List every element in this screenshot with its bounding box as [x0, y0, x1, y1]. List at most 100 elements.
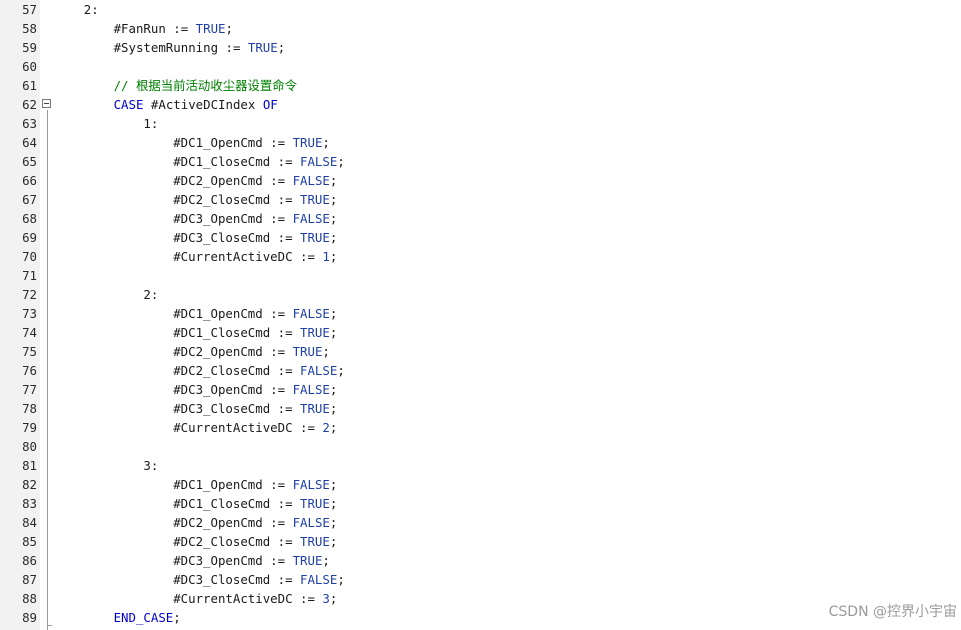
token-op: := — [270, 363, 301, 378]
line-number: 64 — [22, 135, 37, 150]
token-lit: FALSE — [292, 173, 330, 188]
code-text: 2: — [84, 0, 99, 19]
token-punct: ; — [322, 344, 330, 359]
code-line[interactable]: 59 #SystemRunning := TRUE; — [0, 38, 961, 57]
code-line[interactable]: 69 #DC3_CloseCmd := TRUE; — [0, 228, 961, 247]
token-var: #DC2_OpenCmd — [173, 344, 263, 359]
code-line[interactable]: 70 #CurrentActiveDC := 1; — [0, 247, 961, 266]
code-line[interactable]: 60 — [0, 57, 961, 76]
token-lit: FALSE — [292, 382, 330, 397]
line-number: 88 — [22, 591, 37, 606]
watermark: CSDN @控界小宇宙 — [828, 604, 957, 620]
code-line[interactable]: 82 #DC1_OpenCmd := FALSE; — [0, 475, 961, 494]
token-op: := — [270, 230, 301, 245]
code-line[interactable]: 77 #DC3_OpenCmd := FALSE; — [0, 380, 961, 399]
code-line[interactable]: 89 END_CASE; — [0, 608, 961, 627]
token-var: #DC3_CloseCmd — [173, 230, 271, 245]
code-line[interactable]: 67 #DC2_CloseCmd := TRUE; — [0, 190, 961, 209]
code-text: #DC1_CloseCmd := FALSE; — [173, 152, 345, 171]
code-line[interactable]: 74 #DC1_CloseCmd := TRUE; — [0, 323, 961, 342]
code-text: #CurrentActiveDC := 1; — [173, 247, 337, 266]
code-line[interactable]: 86 #DC3_OpenCmd := TRUE; — [0, 551, 961, 570]
code-line[interactable]: 62 CASE #ActiveDCIndex OF — [0, 95, 961, 114]
token-op: := — [262, 553, 293, 568]
line-number: 81 — [22, 458, 37, 473]
line-number: 66 — [22, 173, 37, 188]
code-line[interactable]: 58 #FanRun := TRUE; — [0, 19, 961, 38]
line-number: 60 — [22, 59, 37, 74]
token-punct: ; — [225, 21, 233, 36]
code-line[interactable]: 63 1: — [0, 114, 961, 133]
code-text: #DC3_OpenCmd := FALSE; — [173, 380, 337, 399]
line-number: 80 — [22, 439, 37, 454]
token-lit: TRUE — [292, 344, 323, 359]
code-text: #DC2_OpenCmd := TRUE; — [173, 342, 330, 361]
code-text: #FanRun := TRUE; — [114, 19, 233, 38]
token-punct: ; — [337, 154, 345, 169]
code-line[interactable]: 66 #DC2_OpenCmd := FALSE; — [0, 171, 961, 190]
line-number: 67 — [22, 192, 37, 207]
token-comment: // 根据当前活动收尘器设置命令 — [113, 78, 298, 93]
token-op: := — [262, 515, 293, 530]
token-op: := — [262, 477, 293, 492]
code-line[interactable]: 80 — [0, 437, 961, 456]
token-punct: ; — [329, 306, 338, 321]
code-line[interactable]: 85 #DC2_CloseCmd := TRUE; — [0, 532, 961, 551]
token-lit: FALSE — [292, 306, 330, 321]
token-var: #DC2_CloseCmd — [173, 363, 271, 378]
token-lit: TRUE — [300, 192, 330, 207]
code-text: #DC3_OpenCmd := FALSE; — [173, 209, 337, 228]
line-number: 71 — [22, 268, 37, 283]
token-var: #DC2_OpenCmd — [173, 515, 263, 530]
token-op: := — [270, 401, 301, 416]
token-punct: ; — [329, 192, 338, 207]
code-line[interactable]: 57 2: — [0, 0, 961, 19]
line-number: 78 — [22, 401, 37, 416]
code-editor[interactable]: 57 2: 58 #FanRun := TRUE; 59 #SystemRunning :… — [0, 0, 961, 630]
token-punct: ; — [277, 40, 286, 55]
code-line[interactable]: 79 #CurrentActiveDC := 2; — [0, 418, 961, 437]
code-line[interactable]: 65 #DC1_CloseCmd := FALSE; — [0, 152, 961, 171]
code-text: END_CASE; — [114, 608, 181, 627]
token-var: #DC1_OpenCmd — [173, 135, 263, 150]
token-op: := — [262, 306, 293, 321]
token-lit: TRUE — [247, 40, 278, 55]
code-line[interactable]: 76 #DC2_CloseCmd := FALSE; — [0, 361, 961, 380]
token-op: := — [292, 420, 323, 435]
code-text: #DC1_CloseCmd := TRUE; — [173, 494, 337, 513]
token-punct: ; — [329, 496, 338, 511]
code-line[interactable]: 71 — [0, 266, 961, 285]
token-var: #DC3_CloseCmd — [173, 401, 271, 416]
code-line[interactable]: 87 #DC3_CloseCmd := FALSE; — [0, 570, 961, 589]
code-line[interactable]: 64 #DC1_OpenCmd := TRUE; — [0, 133, 961, 152]
token-var: #DC3_CloseCmd — [173, 572, 271, 587]
token-var: #DC1_CloseCmd — [173, 325, 271, 340]
line-number: 61 — [22, 78, 37, 93]
line-number: 62 — [22, 97, 37, 112]
token-op: := — [270, 154, 301, 169]
code-line[interactable]: 78 #DC3_CloseCmd := TRUE; — [0, 399, 961, 418]
token-lit: TRUE — [292, 135, 323, 150]
code-line[interactable]: 84 #DC2_OpenCmd := FALSE; — [0, 513, 961, 532]
code-line[interactable]: 73 #DC1_OpenCmd := FALSE; — [0, 304, 961, 323]
code-line[interactable]: 72 2: — [0, 285, 961, 304]
code-line[interactable]: 83 #DC1_CloseCmd := TRUE; — [0, 494, 961, 513]
code-text: #DC2_OpenCmd := FALSE; — [173, 513, 337, 532]
token-op: := — [262, 173, 293, 188]
code-line[interactable]: 61 // 根据当前活动收尘器设置命令 — [0, 76, 961, 95]
token-var: #FanRun — [113, 21, 166, 36]
code-line[interactable]: 88 #CurrentActiveDC := 3; — [0, 589, 961, 608]
token-lit: FALSE — [300, 154, 338, 169]
token-punct: ; — [329, 325, 338, 340]
code-text: #DC3_CloseCmd := TRUE; — [173, 399, 337, 418]
code-line[interactable]: 75 #DC2_OpenCmd := TRUE; — [0, 342, 961, 361]
line-number: 57 — [22, 2, 37, 17]
token-op: := — [262, 135, 293, 150]
token-punct: ; — [329, 477, 338, 492]
token-op: := — [270, 496, 301, 511]
code-line[interactable]: 81 3: — [0, 456, 961, 475]
line-number: 58 — [22, 21, 37, 36]
token-var: #DC1_CloseCmd — [173, 154, 271, 169]
code-line[interactable]: 68 #DC3_OpenCmd := FALSE; — [0, 209, 961, 228]
line-number: 73 — [22, 306, 37, 321]
